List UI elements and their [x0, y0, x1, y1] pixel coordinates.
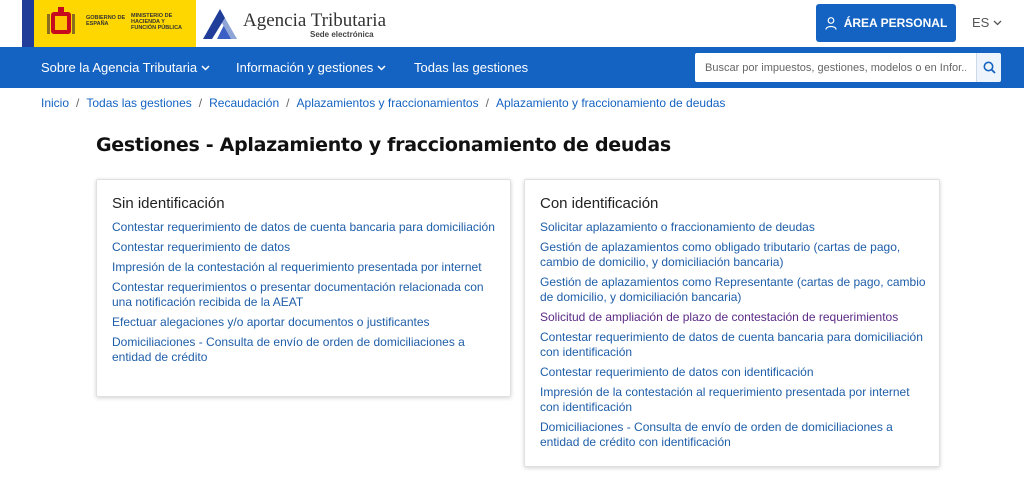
search-button[interactable]: [976, 53, 1001, 82]
link-list: Solicitar aplazamiento o fraccionamiento…: [540, 220, 930, 455]
agencia-tributaria-logo-icon[interactable]: [203, 9, 237, 39]
nav-item-label: Sobre la Agencia Tributaria: [41, 60, 198, 75]
list-item[interactable]: Impresión de la contestación al requerim…: [540, 385, 930, 415]
list-item[interactable]: Contestar requerimientos o presentar doc…: [112, 280, 502, 310]
breadcrumb-link[interactable]: Todas las gestiones: [86, 96, 191, 110]
list-item[interactable]: Domiciliaciones - Consulta de envío de o…: [540, 420, 930, 450]
language-label: ES: [972, 15, 990, 30]
nav-item-label: Información y gestiones: [236, 60, 374, 75]
list-item[interactable]: Domiciliaciones - Consulta de envío de o…: [112, 335, 502, 365]
list-item[interactable]: Contestar requerimiento de datos de cuen…: [540, 330, 930, 360]
gov-text-gobierno: GOBIERNO DE ESPAÑA: [86, 15, 126, 27]
card-con-identificacion: Con identificación Solicitar aplazamient…: [524, 179, 940, 467]
list-item[interactable]: Contestar requerimiento de datos con ide…: [540, 365, 930, 380]
breadcrumb-separator: /: [76, 96, 80, 110]
area-personal-button[interactable]: ÁREA PERSONAL: [816, 4, 956, 42]
list-item[interactable]: Solicitud de ampliación de plazo de cont…: [540, 310, 930, 325]
list-item[interactable]: Impresión de la contestación al requerim…: [112, 260, 502, 275]
top-header: GOBIERNO DE ESPAÑA MINISTERIO DE HACIEND…: [0, 0, 1024, 47]
list-item[interactable]: Contestar requerimiento de datos: [112, 240, 502, 255]
language-selector[interactable]: ES: [972, 15, 1002, 30]
nav-item-label: Todas las gestiones: [414, 60, 529, 75]
eu-flag-strip: [22, 0, 34, 47]
page-title: Gestiones - Aplazamiento y fraccionamien…: [96, 134, 671, 156]
user-icon: [825, 16, 837, 30]
coat-of-arms-icon: [47, 7, 75, 34]
area-personal-label: ÁREA PERSONAL: [843, 16, 948, 30]
card-title: Con identificación: [540, 195, 659, 212]
list-item[interactable]: Solicitar aplazamiento o fraccionamiento…: [540, 220, 930, 235]
list-item[interactable]: Gestión de aplazamientos como obligado t…: [540, 240, 930, 270]
breadcrumb-link[interactable]: Recaudación: [209, 96, 279, 110]
search-icon: [983, 61, 996, 74]
gov-text-ministerio: MINISTERIO DE HACIENDA Y FUNCIÓN PÚBLICA: [131, 13, 183, 31]
agency-name[interactable]: Agencia Tributaria: [243, 10, 386, 32]
breadcrumb-separator: /: [286, 96, 290, 110]
breadcrumb-separator: /: [198, 96, 203, 110]
nav-item-sobre-agencia[interactable]: Sobre la Agencia Tributaria: [41, 60, 210, 75]
chevron-down-icon: [377, 64, 386, 71]
breadcrumb-separator: /: [485, 96, 489, 110]
card-sin-identificacion: Sin identificación Contestar requerimien…: [96, 179, 511, 397]
chevron-down-icon: [201, 64, 210, 71]
nav-item-informacion-gestiones[interactable]: Información y gestiones: [236, 60, 386, 75]
list-item[interactable]: Gestión de aplazamientos como Representa…: [540, 275, 930, 305]
breadcrumb-link[interactable]: Inicio: [41, 96, 69, 110]
link-list: Contestar requerimiento de datos de cuen…: [112, 220, 502, 370]
breadcrumb-link[interactable]: Aplazamientos y fraccionamientos: [297, 96, 479, 110]
search-input[interactable]: [695, 53, 976, 82]
list-item[interactable]: Contestar requerimiento de datos de cuen…: [112, 220, 502, 235]
card-title: Sin identificación: [112, 195, 225, 212]
breadcrumb: Inicio / Todas las gestiones / Recaudación…: [41, 96, 725, 110]
breadcrumb-current[interactable]: Aplazamiento y fraccionamiento de deudas: [496, 96, 725, 110]
chevron-down-icon: [993, 20, 1002, 25]
main-navigation: Sobre la Agencia Tributaria Información …: [0, 47, 1024, 88]
list-item[interactable]: Efectuar alegaciones y/o aportar documen…: [112, 315, 502, 330]
nav-item-todas-gestiones[interactable]: Todas las gestiones: [414, 60, 528, 75]
agency-subtitle: Sede electrónica: [310, 30, 374, 39]
